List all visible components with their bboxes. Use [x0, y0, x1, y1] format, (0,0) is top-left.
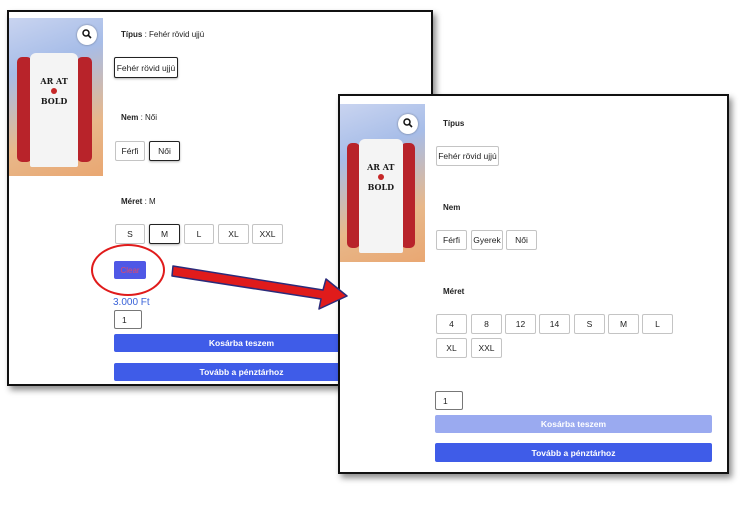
option-meret-14[interactable]: 14: [539, 314, 570, 334]
option-meret-xl[interactable]: XL: [218, 224, 249, 244]
meret-label: Méret: [443, 287, 465, 296]
option-meret-m[interactable]: M: [608, 314, 639, 334]
meret-label: Méret : M: [121, 197, 156, 206]
price: 3.000 Ft: [113, 297, 150, 308]
red-highlight-ellipse: [91, 244, 165, 296]
tshirt-image: AR AT BOLD: [346, 138, 415, 253]
tipus-label: Típus : Fehér rövid ujjú: [121, 30, 205, 39]
tshirt-image: AR AT BOLD: [16, 52, 92, 167]
option-meret-xxl[interactable]: XXL: [471, 338, 502, 358]
option-tipus-feher-rovid-ujju[interactable]: Fehér rövid ujjú: [436, 146, 499, 166]
option-meret-m[interactable]: M: [149, 224, 180, 244]
checkout-button[interactable]: Tovább a pénztárhoz: [114, 363, 369, 381]
zoom-button[interactable]: [398, 114, 418, 134]
option-meret-l[interactable]: L: [184, 224, 214, 244]
option-nem-noi[interactable]: Női: [506, 230, 537, 250]
option-tipus-feher-rovid-ujju[interactable]: Fehér rövid ujjú: [114, 57, 178, 78]
option-meret-xl[interactable]: XL: [436, 338, 467, 358]
quantity-input[interactable]: 1: [435, 391, 463, 410]
tipus-label: Típus: [443, 119, 465, 128]
add-to-cart-button[interactable]: Kosárba teszem: [114, 334, 369, 352]
option-nem-ferfi[interactable]: Férfi: [115, 141, 145, 161]
checkout-button[interactable]: Tovább a pénztárhoz: [435, 443, 712, 462]
search-icon: [82, 26, 92, 44]
add-to-cart-button[interactable]: Kosárba teszem: [435, 415, 712, 433]
nem-label: Nem: [443, 203, 461, 212]
option-meret-l[interactable]: L: [642, 314, 673, 334]
nem-label: Nem : Női: [121, 113, 158, 122]
option-nem-gyerek[interactable]: Gyerek: [471, 230, 503, 250]
quantity-input[interactable]: 1: [114, 310, 142, 329]
option-meret-s[interactable]: S: [574, 314, 605, 334]
option-meret-12[interactable]: 12: [505, 314, 536, 334]
option-meret-4[interactable]: 4: [436, 314, 467, 334]
option-meret-xxl[interactable]: XXL: [252, 224, 283, 244]
zoom-button[interactable]: [77, 25, 97, 45]
product-panel-after: AR AT BOLD Típus Fehér rövid ujjú Nem Fér…: [338, 94, 729, 474]
option-meret-s[interactable]: S: [115, 224, 145, 244]
option-nem-ferfi[interactable]: Férfi: [436, 230, 467, 250]
option-meret-8[interactable]: 8: [471, 314, 502, 334]
option-nem-noi[interactable]: Női: [149, 141, 180, 161]
search-icon: [403, 115, 413, 133]
